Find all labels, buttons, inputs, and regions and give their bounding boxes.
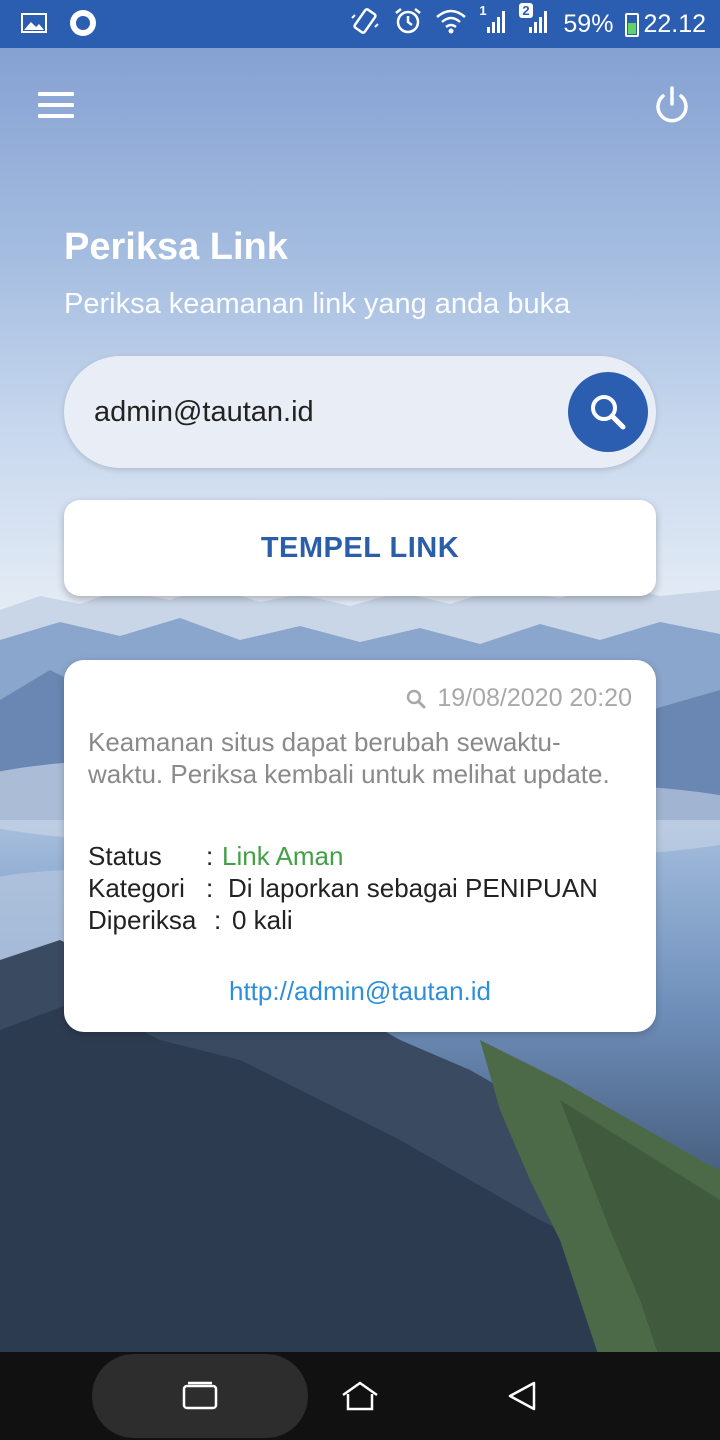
battery-icon	[625, 12, 640, 37]
checked-row: Diperiksa : 0 kali	[88, 904, 648, 936]
image-icon	[20, 11, 48, 39]
result-card: 19/08/2020 20:20 Keamanan situs dapat be…	[64, 660, 656, 1032]
alarm-icon	[393, 6, 423, 43]
navigation-bar	[0, 1352, 720, 1440]
battery-percent: 59%	[563, 10, 614, 38]
search-icon	[591, 395, 626, 430]
result-info: Status : Link Aman Kategori : Di laporka…	[88, 840, 648, 936]
back-button[interactable]	[494, 1370, 550, 1422]
status-separator: :	[206, 841, 214, 871]
category-value: Di laporkan sebagai PENIPUAN	[228, 873, 598, 903]
checked-value: 0 kali	[232, 905, 293, 935]
signal-icon: 1	[479, 3, 509, 42]
back-icon	[508, 1381, 536, 1411]
security-note: Keamanan situs dapat berubah sewaktu-wak…	[88, 727, 610, 789]
hamburger-menu-icon[interactable]	[36, 90, 76, 120]
category-label: Kategori	[88, 873, 185, 903]
circle-app-icon	[68, 8, 98, 42]
timestamp-text: 19/08/2020 20:20	[437, 684, 632, 712]
page-subtitle: Periksa keamanan link yang anda buka	[64, 288, 571, 320]
power-icon[interactable]	[650, 84, 694, 128]
sim-2-badge: 2	[519, 3, 533, 18]
checked-separator: :	[214, 905, 222, 935]
signal-icon: 2	[519, 3, 551, 42]
check-timestamp: 19/08/2020 20:20	[405, 684, 632, 713]
paste-link-button[interactable]: TEMPEL LINK	[64, 500, 656, 596]
checked-label: Diperiksa	[88, 905, 197, 935]
home-icon	[342, 1381, 378, 1411]
category-row: Kategori : Di laporkan sebagai PENIPUAN	[88, 872, 648, 904]
status-bar: 1 2 59% 22.12	[0, 0, 720, 48]
home-button[interactable]	[332, 1370, 388, 1422]
category-separator: :	[206, 873, 214, 903]
search-bar	[64, 356, 656, 468]
recents-icon	[182, 1381, 218, 1410]
status-label: Status	[88, 841, 162, 871]
page-title: Periksa Link	[64, 226, 288, 268]
status-row: Status : Link Aman	[88, 840, 648, 872]
sim-1-badge: 1	[479, 3, 487, 18]
wifi-icon	[435, 7, 467, 42]
link-input[interactable]	[94, 384, 554, 440]
recents-button[interactable]	[92, 1354, 308, 1438]
search-button[interactable]	[568, 372, 648, 452]
clock: 22.12	[643, 10, 706, 38]
checked-link[interactable]: http://admin@tautan.id	[64, 976, 656, 1007]
search-icon	[407, 689, 426, 708]
vibrate-icon	[349, 6, 381, 43]
status-value: Link Aman	[222, 841, 344, 871]
